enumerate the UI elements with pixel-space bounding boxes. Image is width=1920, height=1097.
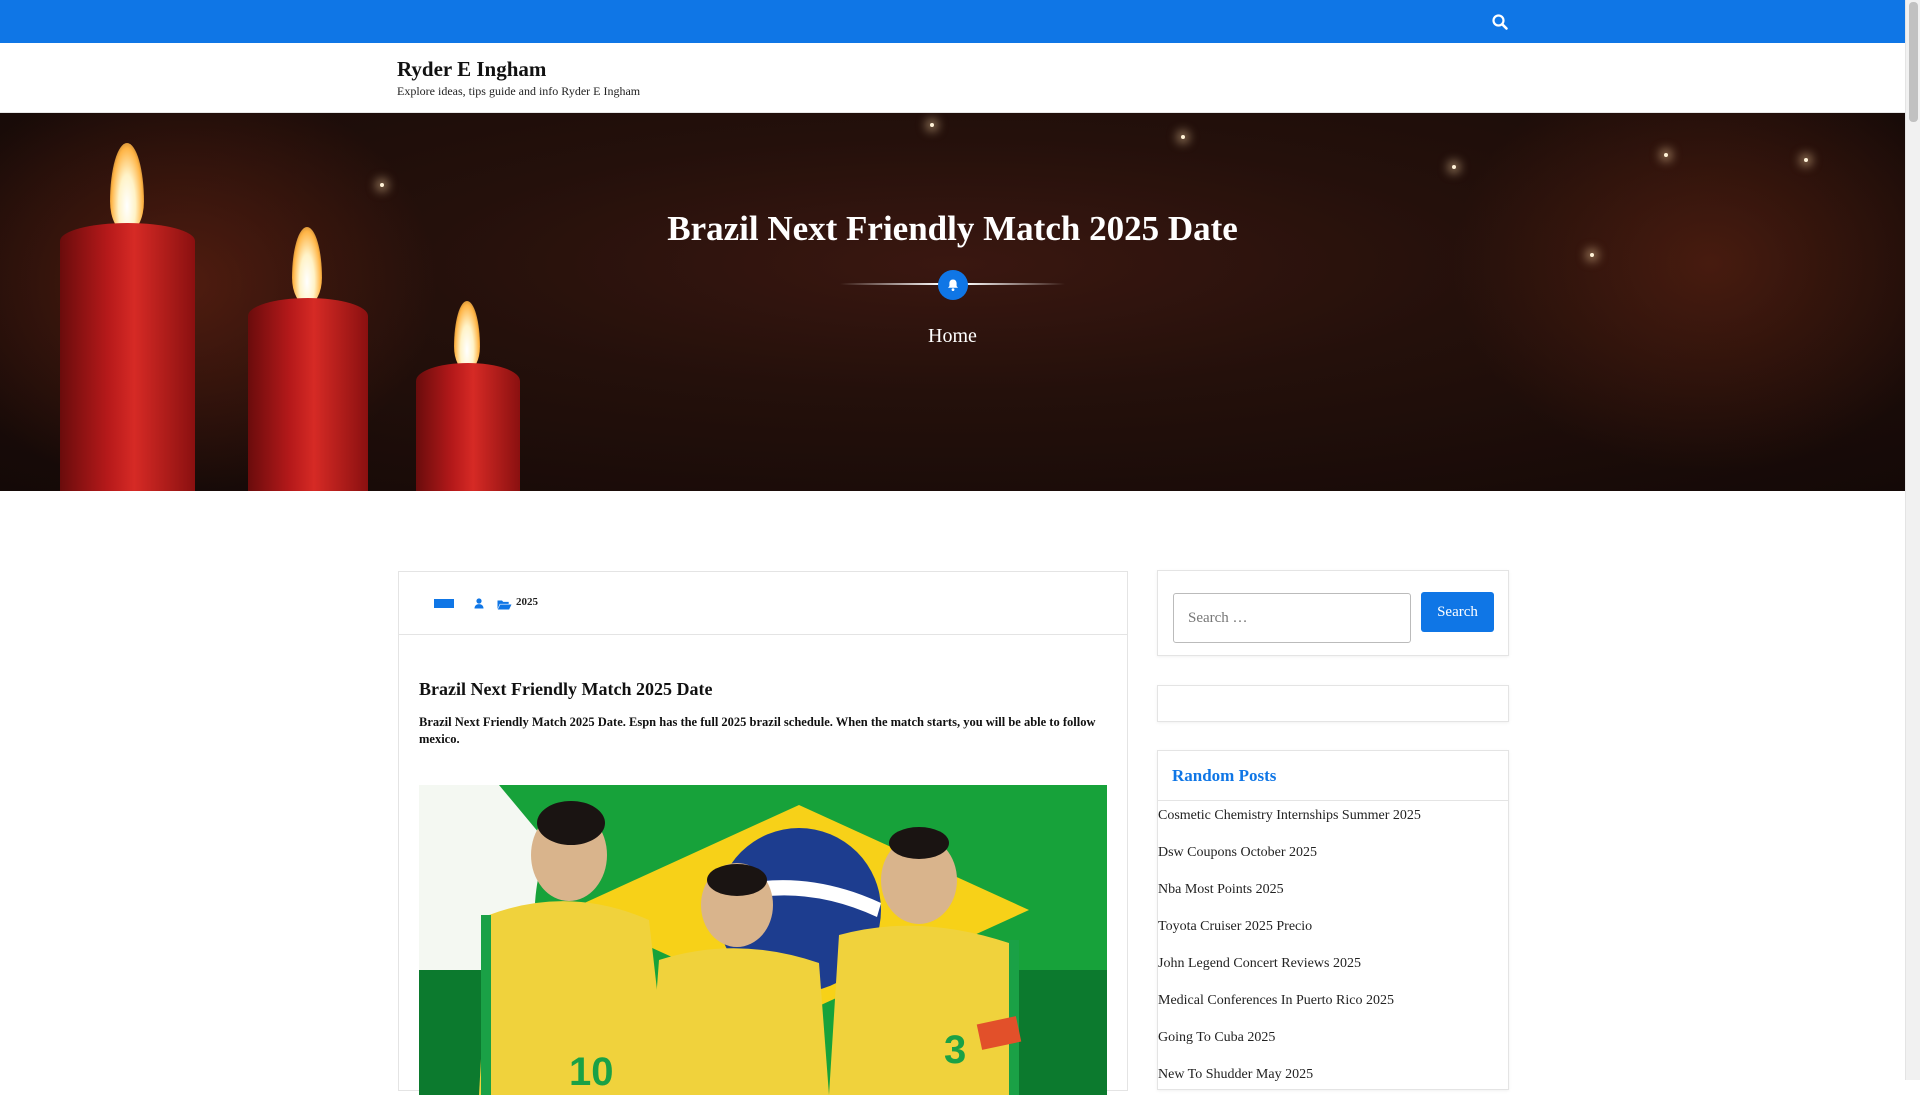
- post-category-link[interactable]: 2025: [516, 596, 538, 608]
- post-excerpt: Brazil Next Friendly Match 2025 Date. Es…: [419, 715, 1096, 746]
- svg-text:10: 10: [569, 1050, 614, 1094]
- svg-text:3: 3: [944, 1028, 966, 1072]
- breadcrumb-home[interactable]: Home: [0, 325, 1905, 348]
- post-card: 2025 Brazil Next Friendly Match 2025 Dat…: [398, 571, 1128, 1095]
- empty-widget: [1157, 685, 1509, 722]
- user-icon[interactable]: [474, 596, 484, 614]
- list-item[interactable]: Cosmetic Chemistry Internships Summer 20…: [1158, 801, 1508, 838]
- calendar-icon[interactable]: [434, 599, 454, 608]
- bell-icon: [938, 270, 968, 300]
- search-widget: Search: [1157, 570, 1509, 656]
- list-item[interactable]: Toyota Cruiser 2025 Precio: [1158, 912, 1508, 949]
- random-posts-heading: Random Posts: [1158, 751, 1508, 801]
- list-item[interactable]: John Legend Concert Reviews 2025: [1158, 949, 1508, 986]
- top-bar: [0, 0, 1905, 43]
- scrollbar-thumb[interactable]: [1909, 2, 1918, 122]
- list-item[interactable]: Medical Conferences In Puerto Rico 2025: [1158, 986, 1508, 1023]
- hero-banner: Brazil Next Friendly Match 2025 Date Hom…: [0, 113, 1905, 491]
- search-icon[interactable]: [1490, 12, 1510, 32]
- search-input[interactable]: [1173, 593, 1411, 643]
- hero-title: Brazil Next Friendly Match 2025 Date: [667, 209, 1238, 248]
- post-meta: 2025: [399, 572, 1127, 635]
- post-title[interactable]: Brazil Next Friendly Match 2025 Date: [419, 679, 712, 700]
- list-item[interactable]: New To Shudder May 2025: [1158, 1060, 1508, 1097]
- folder-icon: [497, 597, 512, 615]
- post-featured-image[interactable]: 3 10: [419, 785, 1107, 1095]
- search-button[interactable]: Search: [1421, 592, 1494, 632]
- list-item[interactable]: Going To Cuba 2025: [1158, 1023, 1508, 1060]
- random-posts-list: Cosmetic Chemistry Internships Summer 20…: [1158, 801, 1508, 1097]
- list-item[interactable]: Nba Most Points 2025: [1158, 875, 1508, 912]
- page-scrollbar[interactable]: [1905, 0, 1920, 1080]
- site-header: Ryder E Ingham Explore ideas, tips guide…: [0, 43, 1905, 113]
- random-posts-widget: Random Posts Cosmetic Chemistry Internsh…: [1157, 750, 1509, 1090]
- site-title[interactable]: Ryder E Ingham: [397, 57, 546, 82]
- list-item[interactable]: Dsw Coupons October 2025: [1158, 838, 1508, 875]
- site-description: Explore ideas, tips guide and info Ryder…: [397, 84, 641, 98]
